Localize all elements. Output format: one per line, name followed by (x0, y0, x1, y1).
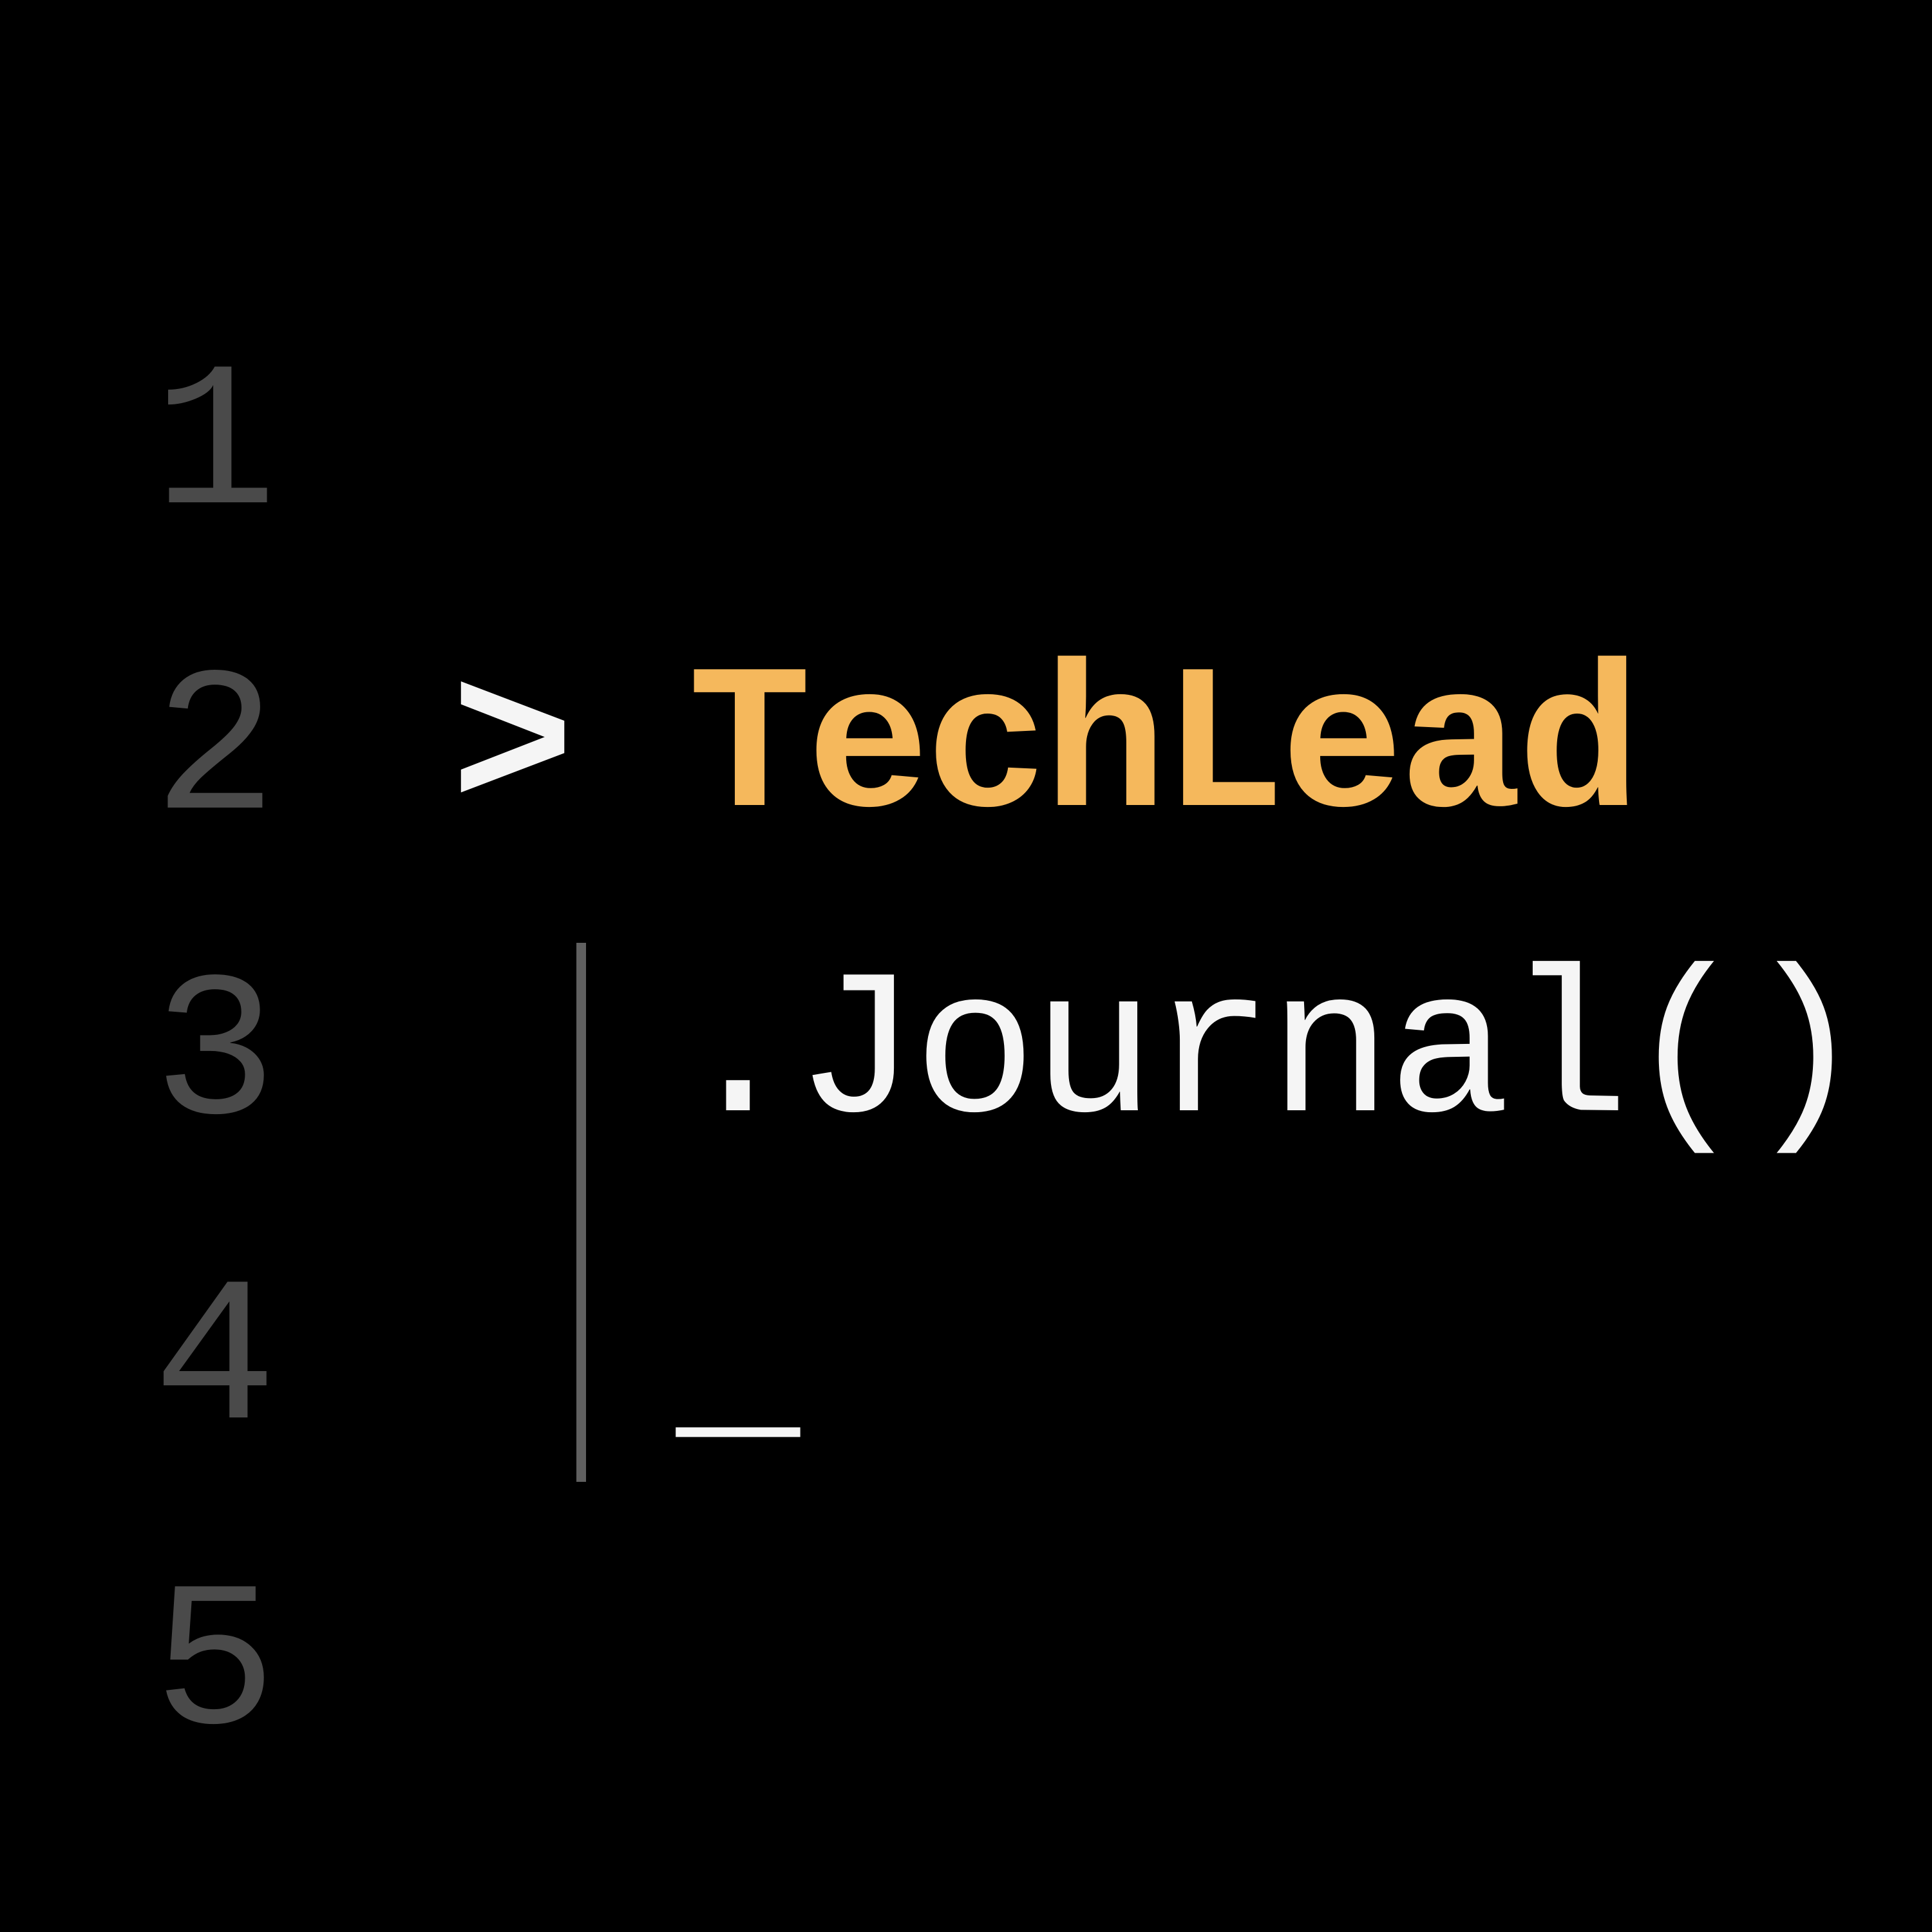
line-number: 5 (142, 1516, 270, 1821)
code-line-method: .Journal() (676, 904, 1861, 1209)
indent-guide (576, 943, 586, 1482)
line-number: 3 (142, 906, 270, 1211)
editor-container: 1 2 3 4 5 > TechLead .Journal() _ (0, 0, 1932, 1932)
line-number: 2 (142, 601, 270, 907)
code-line-main: > TechLead (451, 599, 1861, 904)
code-area: > TechLead .Journal() _ (270, 296, 1861, 1932)
method-text: .Journal() (676, 940, 1861, 1173)
line-number: 4 (142, 1211, 270, 1517)
indent-block: .Journal() _ (576, 904, 1861, 1514)
code-line-cursor: _ (676, 1209, 1861, 1514)
indent-lines: .Journal() _ (676, 904, 1861, 1514)
line-number-gutter: 1 2 3 4 5 (142, 296, 270, 1932)
cursor-icon: _ (676, 1244, 795, 1477)
line-number: 1 (142, 296, 270, 601)
prompt-symbol: > (451, 634, 688, 867)
keyword-text: TechLead (688, 634, 1636, 867)
